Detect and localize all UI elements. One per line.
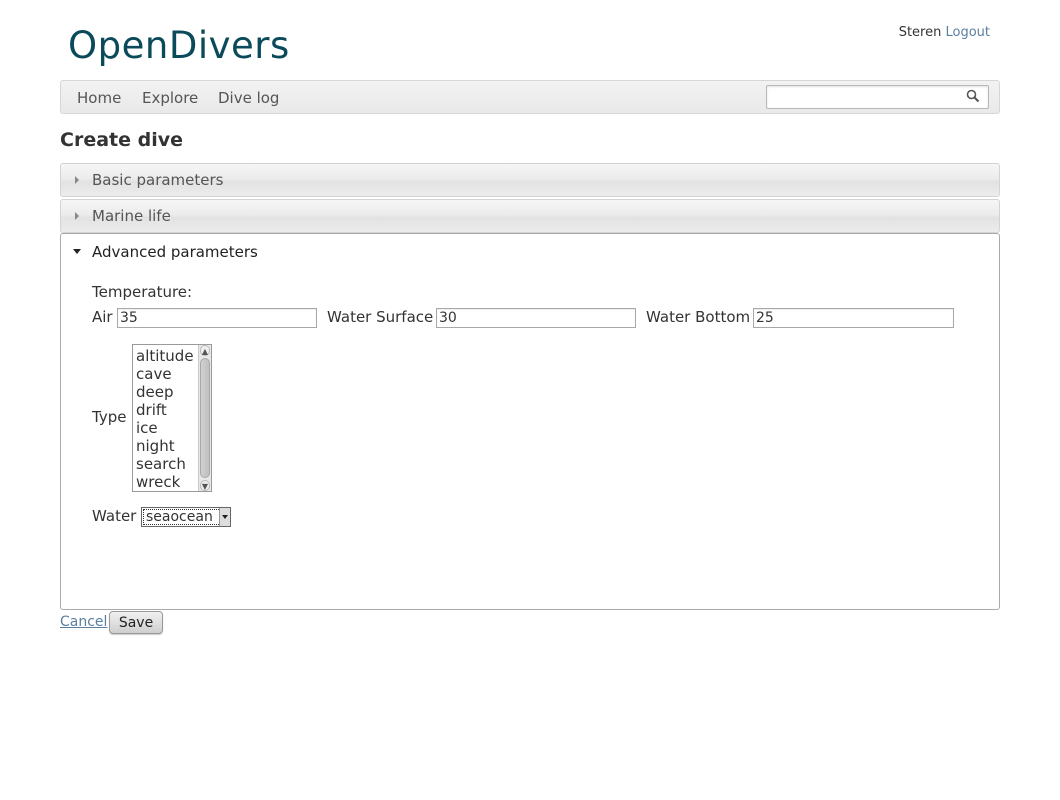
chevron-down-icon [219, 508, 230, 526]
search-icon[interactable] [966, 89, 980, 103]
user-box: Steren Logout [899, 25, 990, 41]
cancel-link[interactable]: Cancel [60, 614, 107, 630]
chevron-right-icon [75, 176, 79, 184]
username: Steren [898, 25, 942, 40]
navbar: Home Explore Dive log [60, 80, 1000, 114]
app-logo[interactable]: OpenDivers [68, 22, 290, 70]
nav-item-home[interactable]: Home [77, 90, 121, 106]
nav-item-explore[interactable]: Explore [142, 90, 198, 106]
scrollbar-thumb[interactable] [200, 358, 210, 478]
logout-link[interactable]: Logout [945, 25, 990, 40]
air-label: Air [92, 308, 113, 326]
water-bottom-temperature-input[interactable] [753, 308, 954, 328]
water-bottom-label: Water Bottom [646, 308, 751, 326]
dive-type-listbox[interactable]: altitude cave deep drift ice night searc… [132, 344, 212, 492]
type-label: Type [92, 408, 127, 426]
air-temperature-input[interactable] [117, 308, 317, 328]
water-surface-temperature-input[interactable] [436, 308, 636, 328]
list-item[interactable]: wreck [136, 473, 180, 491]
accordion-marine-life[interactable]: Marine life [60, 199, 1000, 233]
accordion-advanced-header[interactable]: Advanced parameters [61, 234, 999, 270]
chevron-down-icon [73, 249, 81, 254]
chevron-right-icon [75, 212, 79, 220]
water-type-select[interactable]: seaocean [141, 507, 231, 527]
search-input[interactable] [766, 85, 989, 109]
list-item[interactable]: ice [136, 419, 158, 437]
water-type-selected: seaocean [146, 509, 213, 525]
accordion-label: Marine life [92, 207, 171, 225]
page: OpenDivers Steren Logout Home Explore Di… [0, 0, 1060, 800]
accordion-advanced-parameters: Advanced parameters Temperature: Air Wat… [60, 233, 1000, 610]
temperature-label: Temperature: [92, 283, 193, 301]
list-item[interactable]: search [136, 455, 186, 473]
water-label: Water [92, 507, 137, 525]
listbox-scrollbar[interactable]: ▲ ▼ [198, 345, 211, 491]
scroll-up-icon[interactable]: ▲ [200, 345, 210, 356]
page-title: Create dive [60, 129, 183, 151]
nav-item-dive-log[interactable]: Dive log [218, 90, 279, 106]
scroll-down-icon[interactable]: ▼ [200, 480, 210, 491]
list-item[interactable]: altitude [136, 347, 194, 365]
list-item[interactable]: deep [136, 383, 174, 401]
accordion-basic-parameters[interactable]: Basic parameters [60, 163, 1000, 197]
list-item[interactable]: drift [136, 401, 167, 419]
list-item[interactable]: night [136, 437, 175, 455]
list-item[interactable]: cave [136, 365, 172, 383]
accordion-label: Advanced parameters [92, 243, 258, 261]
save-button[interactable]: Save [109, 611, 163, 634]
water-surface-label: Water Surface [327, 308, 434, 326]
accordion-label: Basic parameters [92, 171, 224, 189]
